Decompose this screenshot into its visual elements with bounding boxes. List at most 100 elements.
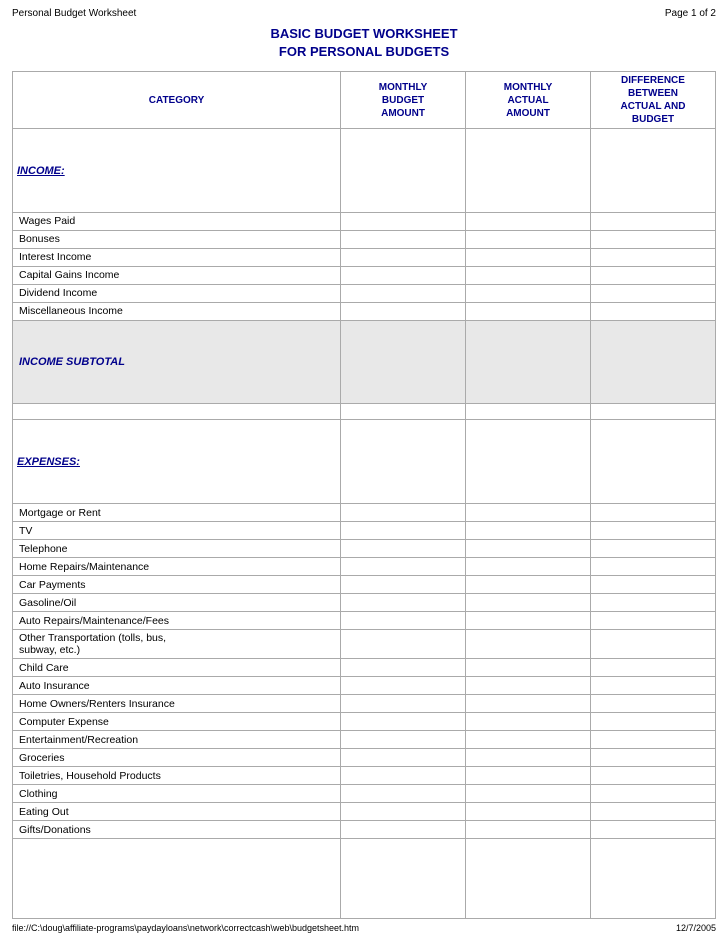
actual-cell[interactable] (466, 731, 591, 749)
diff-cell[interactable] (591, 767, 716, 785)
budget-cell[interactable] (341, 677, 466, 695)
actual-cell[interactable] (466, 302, 591, 320)
diff-cell[interactable] (591, 230, 716, 248)
table-row: Telephone (13, 540, 716, 558)
row-label: Capital Gains Income (13, 266, 341, 284)
budget-cell[interactable] (341, 522, 466, 540)
table-row: Wages Paid (13, 212, 716, 230)
page-wrapper: Personal Budget Worksheet Page 1 of 2 BA… (0, 0, 728, 941)
title-line2: FOR PERSONAL BUDGETS (12, 43, 716, 61)
diff-cell[interactable] (591, 785, 716, 803)
table-row: Child Care (13, 659, 716, 677)
row-label: Interest Income (13, 248, 341, 266)
diff-cell[interactable] (591, 248, 716, 266)
actual-cell[interactable] (466, 504, 591, 522)
diff-cell[interactable] (591, 540, 716, 558)
table-row: Eating Out (13, 803, 716, 821)
budget-cell[interactable] (341, 803, 466, 821)
budget-cell[interactable] (341, 284, 466, 302)
row-label: Other Transportation (tolls, bus, subway… (13, 630, 341, 659)
actual-cell[interactable] (466, 767, 591, 785)
diff-cell[interactable] (591, 677, 716, 695)
diff-cell[interactable] (591, 713, 716, 731)
diff-cell[interactable] (591, 659, 716, 677)
table-row: Bonuses (13, 230, 716, 248)
budget-cell[interactable] (341, 266, 466, 284)
actual-cell[interactable] (466, 576, 591, 594)
diff-cell[interactable] (591, 212, 716, 230)
section-header-row: INCOME: (13, 129, 716, 213)
col-header-budget: MONTHLYBUDGETAMOUNT (341, 72, 466, 129)
actual-cell[interactable] (466, 695, 591, 713)
diff-cell[interactable] (591, 558, 716, 576)
diff-cell[interactable] (591, 731, 716, 749)
actual-cell[interactable] (466, 785, 591, 803)
budget-cell[interactable] (341, 594, 466, 612)
actual-cell[interactable] (466, 659, 591, 677)
budget-cell[interactable] (341, 302, 466, 320)
row-label: TV (13, 522, 341, 540)
actual-cell[interactable] (466, 248, 591, 266)
diff-cell[interactable] (591, 504, 716, 522)
table-row: Capital Gains Income (13, 266, 716, 284)
row-label: Mortgage or Rent (13, 504, 341, 522)
row-label: Clothing (13, 785, 341, 803)
actual-cell[interactable] (466, 749, 591, 767)
diff-cell[interactable] (591, 612, 716, 630)
actual-cell[interactable] (466, 821, 591, 839)
actual-cell[interactable] (466, 212, 591, 230)
diff-cell[interactable] (591, 594, 716, 612)
budget-cell[interactable] (341, 731, 466, 749)
budget-cell[interactable] (341, 785, 466, 803)
budget-cell[interactable] (341, 212, 466, 230)
actual-cell[interactable] (466, 284, 591, 302)
actual-cell[interactable] (466, 677, 591, 695)
diff-cell[interactable] (591, 576, 716, 594)
budget-cell[interactable] (341, 695, 466, 713)
actual-cell[interactable] (466, 558, 591, 576)
table-row: Gasoline/Oil (13, 594, 716, 612)
budget-cell[interactable] (341, 248, 466, 266)
actual-cell[interactable] (466, 230, 591, 248)
budget-cell[interactable] (341, 230, 466, 248)
budget-cell[interactable] (341, 767, 466, 785)
budget-cell[interactable] (341, 558, 466, 576)
diff-cell[interactable] (591, 695, 716, 713)
diff-cell[interactable] (591, 266, 716, 284)
row-label: Gifts/Donations (13, 821, 341, 839)
budget-cell[interactable] (341, 630, 466, 659)
row-label: Car Payments (13, 576, 341, 594)
actual-cell[interactable] (466, 522, 591, 540)
diff-cell[interactable] (591, 302, 716, 320)
actual-cell[interactable] (466, 540, 591, 558)
actual-cell[interactable] (466, 266, 591, 284)
page-info: Page 1 of 2 (665, 8, 716, 19)
empty-section-row (13, 839, 716, 919)
budget-cell[interactable] (341, 540, 466, 558)
diff-cell[interactable] (591, 630, 716, 659)
budget-cell[interactable] (341, 612, 466, 630)
budget-cell[interactable] (341, 576, 466, 594)
diff-cell[interactable] (591, 749, 716, 767)
diff-cell[interactable] (591, 284, 716, 302)
budget-cell[interactable] (341, 504, 466, 522)
diff-cell[interactable] (591, 803, 716, 821)
budget-cell[interactable] (341, 749, 466, 767)
budget-cell[interactable] (341, 821, 466, 839)
actual-cell[interactable] (466, 612, 591, 630)
footer-path: file://C:\doug\affiliate-programs\payday… (12, 923, 359, 933)
row-label: Computer Expense (13, 713, 341, 731)
budget-cell[interactable] (341, 713, 466, 731)
actual-cell[interactable] (466, 803, 591, 821)
actual-cell[interactable] (466, 713, 591, 731)
table-row: Home Repairs/Maintenance (13, 558, 716, 576)
table-row: Auto Insurance (13, 677, 716, 695)
budget-cell[interactable] (341, 659, 466, 677)
diff-cell[interactable] (591, 522, 716, 540)
diff-cell[interactable] (591, 821, 716, 839)
section-header-row: EXPENSES: (13, 420, 716, 504)
row-label: Dividend Income (13, 284, 341, 302)
row-label: Miscellaneous Income (13, 302, 341, 320)
actual-cell[interactable] (466, 594, 591, 612)
actual-cell[interactable] (466, 630, 591, 659)
